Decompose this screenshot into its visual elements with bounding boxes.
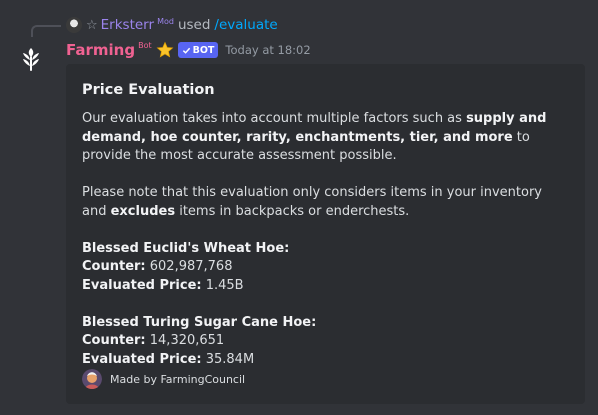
message-header: Farming Bot BOT Today at 18:02 (66, 39, 311, 61)
counter-label: Counter: (82, 333, 146, 348)
reply-role-tag: Mod (157, 16, 174, 26)
note-paragraph: Please note that this evaluation only co… (82, 184, 569, 221)
star-icon (156, 41, 174, 59)
footer-text: Made by FarmingCouncil (110, 372, 246, 386)
price-value: 1.45B (205, 277, 244, 293)
embed-footer: Made by FarmingCouncil (82, 369, 245, 389)
author-tag: Bot (138, 40, 152, 50)
reply-connector (31, 25, 61, 37)
item-counter-line: Counter: 602,987,768 (82, 258, 569, 277)
note-bold: excludes (110, 203, 176, 219)
reply-verb: used (177, 17, 211, 33)
command-link[interactable]: /evaluate (214, 17, 277, 33)
bot-badge-label: BOT (192, 44, 215, 56)
price-value: 35.84M (205, 351, 255, 367)
reply-reference[interactable]: ☆ Erksterr Mod used /evaluate (66, 16, 278, 34)
wheat-icon (23, 48, 39, 71)
evaluation-embed: Price Evaluation Our evaluation takes in… (66, 64, 585, 404)
item-price-line: Evaluated Price: 1.45B (82, 277, 569, 296)
checkmark-icon (182, 47, 190, 54)
item-price-line: Evaluated Price: 35.84M (82, 351, 569, 370)
note-text-2: items in backpacks or enderchests. (175, 203, 410, 219)
counter-value: 14,320,651 (149, 333, 225, 348)
embed-description: Our evaluation takes into account multip… (82, 110, 569, 369)
embed-title: Price Evaluation (82, 82, 215, 98)
reply-username[interactable]: Erksterr (101, 17, 154, 33)
reply-avatar[interactable] (66, 17, 82, 33)
price-label: Evaluated Price: (82, 351, 202, 367)
bot-avatar[interactable] (16, 44, 46, 74)
counter-value: 602,987,768 (149, 259, 233, 274)
item-name: Blessed Euclid's Wheat Hoe: (82, 240, 290, 256)
price-label: Evaluated Price: (82, 277, 202, 293)
author-name[interactable]: Farming (66, 41, 135, 59)
counter-label: Counter: (82, 259, 146, 274)
intro-text-1: Our evaluation takes into account multip… (82, 111, 467, 126)
footer-avatar-icon (82, 369, 102, 389)
intro-paragraph: Our evaluation takes into account multip… (82, 110, 569, 166)
item-block: Blessed Euclid's Wheat Hoe: Counter: 602… (82, 240, 569, 296)
item-counter-line: Counter: 14,320,651 (82, 332, 569, 351)
star-outline-icon: ☆ (86, 17, 98, 33)
item-block: Blessed Turing Sugar Cane Hoe: Counter: … (82, 314, 569, 370)
item-name: Blessed Turing Sugar Cane Hoe: (82, 314, 317, 330)
bot-badge: BOT (177, 42, 219, 58)
timestamp[interactable]: Today at 18:02 (225, 43, 310, 57)
